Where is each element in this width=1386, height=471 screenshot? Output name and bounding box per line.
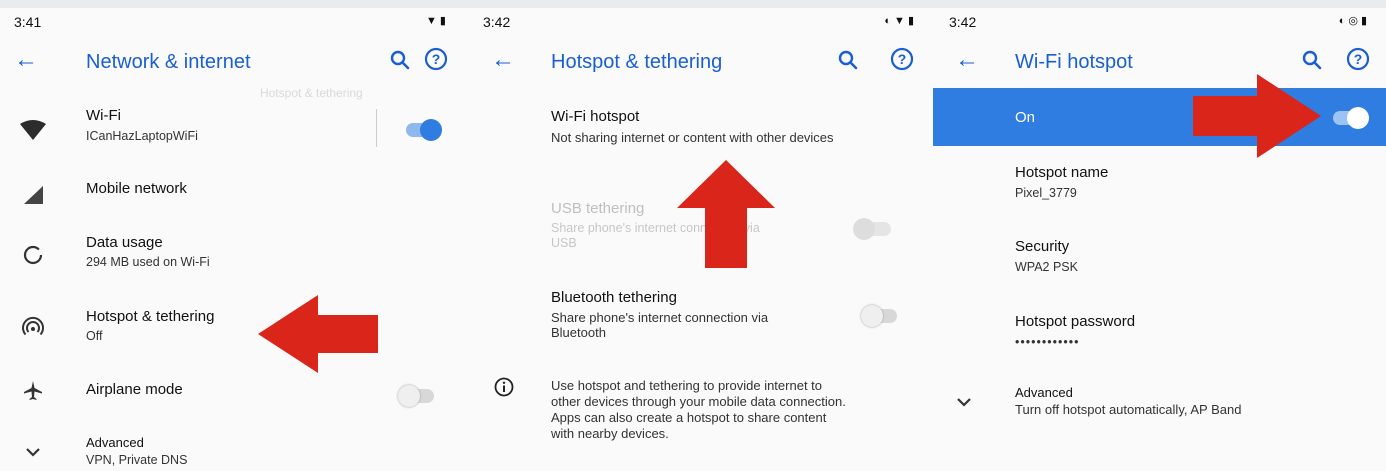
red-arrow-left	[258, 295, 378, 373]
wifi-toggle[interactable]	[406, 119, 442, 141]
list-item-wifi-hotspot[interactable]: Wi-Fi hotspot Not sharing internet or co…	[465, 106, 933, 156]
item-secondary: VPN, Private DNS	[86, 453, 188, 467]
status-bar: 3:42 ◐◎▮	[933, 8, 1386, 38]
svg-text:?: ?	[898, 51, 907, 67]
list-item-hotspot-password[interactable]: Hotspot password ••••••••••••	[933, 311, 1386, 359]
status-time: 3:42	[483, 14, 511, 30]
list-item-hotspot-name[interactable]: Hotspot name Pixel_3779	[933, 162, 1386, 210]
toggle-knob	[1347, 107, 1369, 129]
item-primary: Hotspot password	[1015, 313, 1136, 330]
item-secondary: Pixel_3779	[1015, 186, 1077, 200]
item-secondary-line-1: Share phone's internet connection via	[551, 310, 769, 325]
ghost-text: Hotspot & tethering	[260, 86, 363, 100]
status-bar: 3:41 ▼▮	[0, 8, 465, 38]
list-item-security[interactable]: Security WPA2 PSK	[933, 236, 1386, 284]
back-arrow-icon[interactable]: ←	[14, 46, 38, 74]
master-switch-label: On	[1015, 109, 1036, 126]
toggle-knob	[420, 119, 442, 141]
app-bar: ← Network & internet ?	[0, 38, 465, 88]
toggle-knob	[861, 305, 883, 327]
divider	[376, 109, 377, 147]
info-line-4: with nearby devices.	[551, 426, 669, 441]
mobile-network-icon	[18, 180, 48, 210]
info-line-1: Use hotspot and tethering to provide int…	[551, 378, 823, 393]
item-primary: Security	[1015, 238, 1070, 255]
search-icon[interactable]	[387, 47, 413, 73]
item-primary: Wi-Fi	[86, 107, 121, 124]
item-secondary-line-2: Bluetooth	[551, 325, 606, 340]
back-arrow-icon[interactable]: ←	[491, 46, 515, 74]
search-icon[interactable]	[835, 47, 861, 73]
status-icons: ▼▮	[426, 15, 449, 27]
screen-hotspot-tethering: 3:42 ◐▼▮ ← Hotspot & tethering ? Wi-Fi h…	[465, 8, 933, 471]
item-primary: Hotspot name	[1015, 164, 1109, 181]
data-usage-icon	[18, 240, 48, 270]
status-icons: ◐▼▮	[884, 15, 917, 27]
toggle-knob	[853, 218, 875, 240]
item-secondary: Off	[86, 329, 103, 343]
master-switch-toggle[interactable]	[1333, 107, 1369, 129]
top-bleed-strip	[0, 0, 1386, 8]
wifi-icon	[18, 116, 48, 146]
item-secondary: ••••••••••••	[1015, 335, 1080, 349]
search-icon[interactable]	[1299, 47, 1325, 73]
status-time: 3:42	[949, 14, 977, 30]
item-secondary: Turn off hotspot automatically, AP Band	[1015, 402, 1242, 417]
back-arrow-icon[interactable]: ←	[955, 46, 979, 74]
info-footer: Use hotspot and tethering to provide int…	[465, 376, 933, 456]
item-primary: Hotspot & tethering	[86, 308, 215, 325]
app-bar: ← Hotspot & tethering ?	[465, 38, 933, 88]
list-item-mobile-network[interactable]: Mobile network	[0, 172, 465, 222]
screen-network-internet: 3:41 ▼▮ ← Network & internet ? Hotspot &…	[0, 8, 465, 471]
item-secondary-line-2: USB	[551, 236, 577, 250]
list-item-airplane-mode[interactable]: Airplane mode	[0, 373, 465, 417]
item-primary: Data usage	[86, 234, 163, 251]
red-arrow-up	[677, 160, 775, 268]
bluetooth-toggle[interactable]	[861, 305, 897, 327]
info-line-2: other devices through your mobile data c…	[551, 394, 846, 409]
info-line-3: Apps can also create a hotspot to share …	[551, 410, 827, 425]
item-secondary: 294 MB used on Wi-Fi	[86, 255, 210, 269]
item-primary: Mobile network	[86, 180, 187, 197]
item-secondary: WPA2 PSK	[1015, 260, 1078, 274]
airplane-icon	[18, 375, 48, 405]
red-arrow-right	[1193, 74, 1321, 158]
svg-text:?: ?	[1354, 51, 1363, 67]
list-item-advanced[interactable]: Advanced Turn off hotspot automatically,…	[933, 383, 1386, 427]
list-item-wifi[interactable]: Wi-Fi ICanHazLaptopWiFi	[0, 101, 465, 161]
item-secondary: Not sharing internet or content with oth…	[551, 130, 834, 145]
help-icon[interactable]: ?	[423, 46, 449, 72]
svg-text:?: ?	[432, 51, 441, 67]
info-icon	[489, 372, 519, 402]
screen-wifi-hotspot: 3:42 ◐◎▮ ← Wi-Fi hotspot ? On Hotspot na…	[933, 8, 1386, 471]
page-title: Hotspot & tethering	[551, 51, 723, 73]
page-title: Wi-Fi hotspot	[1015, 51, 1133, 73]
chevron-down-icon	[949, 387, 979, 417]
status-time: 3:41	[14, 14, 42, 30]
item-primary: Airplane mode	[86, 381, 183, 398]
status-icons: ◐◎▮	[1338, 15, 1370, 27]
item-primary: Advanced	[86, 435, 144, 450]
chevron-down-icon	[18, 437, 48, 467]
usb-toggle[interactable]	[853, 218, 891, 240]
list-item-bluetooth-tethering[interactable]: Bluetooth tethering Share phone's intern…	[465, 289, 933, 349]
list-item-data-usage[interactable]: Data usage 294 MB used on Wi-Fi	[0, 228, 465, 284]
status-bar: 3:42 ◐▼▮	[465, 8, 933, 38]
item-primary: Bluetooth tethering	[551, 289, 677, 306]
toggle-knob	[398, 385, 420, 407]
page-title: Network & internet	[86, 51, 251, 73]
item-primary: USB tethering	[551, 200, 645, 217]
help-icon[interactable]: ?	[889, 46, 915, 72]
list-item-advanced[interactable]: Advanced VPN, Private DNS	[0, 433, 465, 471]
hotspot-icon	[18, 312, 48, 342]
item-primary: Advanced	[1015, 385, 1073, 400]
list-item-hotspot-tethering[interactable]: Hotspot & tethering Off	[0, 300, 465, 356]
help-icon[interactable]: ?	[1345, 46, 1371, 72]
item-secondary: ICanHazLaptopWiFi	[86, 129, 198, 143]
airplane-toggle[interactable]	[398, 385, 434, 407]
item-primary: Wi-Fi hotspot	[551, 108, 640, 125]
